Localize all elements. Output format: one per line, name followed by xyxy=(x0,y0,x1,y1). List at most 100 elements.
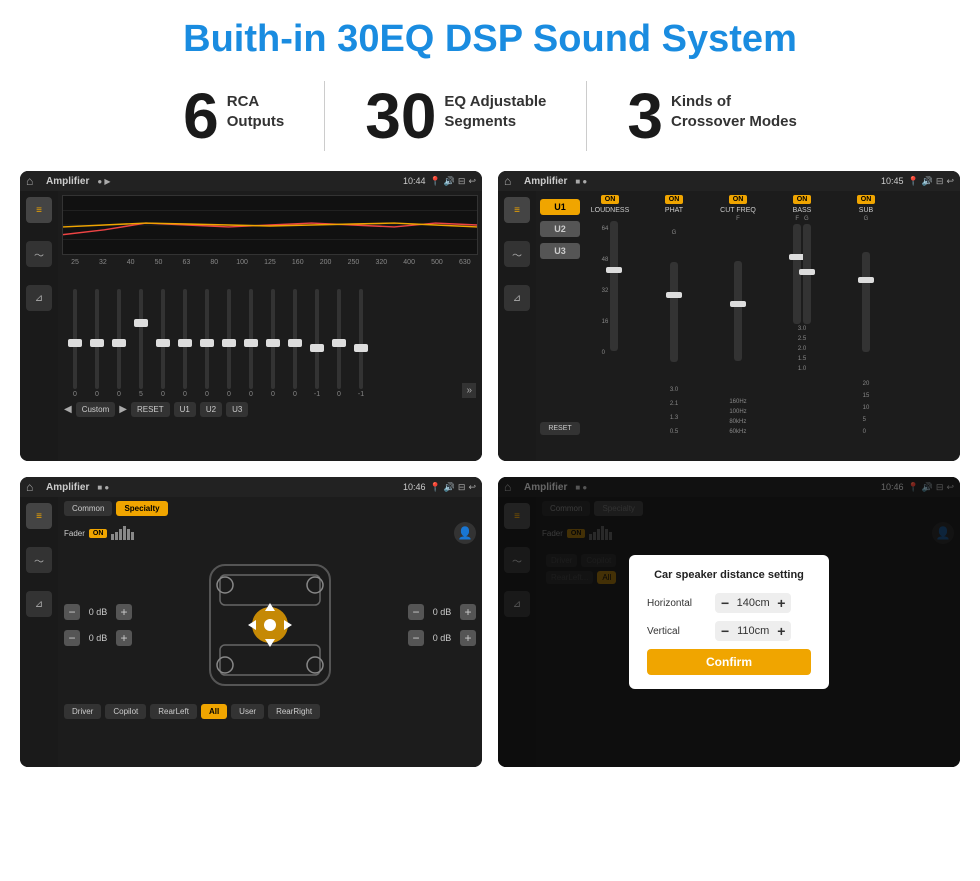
bass-label: BASS xyxy=(793,207,812,214)
cross-side-btn-wave[interactable]: 〜 xyxy=(504,241,530,267)
eq-sliders: 0 0 0 5 0 xyxy=(62,268,478,398)
eq-freq-400: 400 xyxy=(398,259,420,266)
sp-side-btn-active[interactable]: ≡ xyxy=(26,503,52,529)
horizontal-minus[interactable]: − xyxy=(721,595,729,611)
next-arrow[interactable]: ▶ xyxy=(119,404,127,415)
dots-2: ■ ● xyxy=(575,177,587,186)
vol-minus-fr[interactable]: − xyxy=(408,604,424,620)
dialog-title: Car speaker distance setting xyxy=(647,569,811,581)
stat-rca-label: RCAOutputs xyxy=(227,84,285,131)
loudness-group: ON LOUDNESS 644832160 xyxy=(580,195,640,435)
eq-freq-200: 200 xyxy=(315,259,337,266)
location-icon-2: 📍 xyxy=(907,176,918,187)
car-diagram xyxy=(138,555,402,695)
vol-row-fl: − 0 dB + xyxy=(64,604,132,620)
vertical-val: 110cm xyxy=(733,625,773,637)
eq-slider-0: 0 xyxy=(64,289,86,398)
screen-speaker: ⌂ Amplifier ■ ● 10:46 📍 🔊 ⊟ ↩ ≡ 〜 ⊿ Comm… xyxy=(20,477,482,767)
stat-eq-number: 30 xyxy=(365,84,436,148)
stat-crossover: 3 Kinds ofCrossover Modes xyxy=(587,84,836,148)
confirm-button[interactable]: Confirm xyxy=(647,649,811,675)
vol-plus-fr[interactable]: + xyxy=(460,604,476,620)
eq-freq-500: 500 xyxy=(426,259,448,266)
speaker-bottom-btns: Driver Copilot RearLeft All User RearRig… xyxy=(64,704,476,719)
eq-side-btn-vol[interactable]: ⊿ xyxy=(26,285,52,311)
person-icon: 👤 xyxy=(454,522,476,544)
dialog-row-horizontal: Horizontal − 140cm + xyxy=(647,593,811,613)
u3-btn-1[interactable]: U3 xyxy=(226,402,248,417)
stat-eq: 30 EQ AdjustableSegments xyxy=(325,84,586,148)
app-title-3: Amplifier xyxy=(46,482,89,493)
u-col: U1 U2 U3 RESET xyxy=(540,195,580,435)
loudness-on: ON xyxy=(601,195,620,204)
right-vol-controls: − 0 dB + − 0 dB + xyxy=(408,604,476,646)
eq-freq-32: 32 xyxy=(92,259,114,266)
eq-slider-3: 5 xyxy=(130,289,152,398)
custom-btn[interactable]: Custom xyxy=(76,402,116,417)
prev-arrow[interactable]: ◀ xyxy=(64,404,72,415)
eq-slider-12: 0 xyxy=(328,289,350,398)
home-icon-1: ⌂ xyxy=(26,174,40,188)
stat-crossover-number: 3 xyxy=(627,84,663,148)
u1-btn-1[interactable]: U1 xyxy=(174,402,196,417)
side-panel-1: ≡ 〜 ⊿ xyxy=(20,191,58,461)
reset-btn-2[interactable]: RESET xyxy=(540,422,580,435)
cross-side-btn-vol[interactable]: ⊿ xyxy=(504,285,530,311)
eq-side-btn-wave[interactable]: 〜 xyxy=(26,241,52,267)
screen2-content: ≡ 〜 ⊿ U1 U2 U3 RESET ON LO xyxy=(498,191,960,461)
u3-btn[interactable]: U3 xyxy=(540,243,580,259)
vol-minus-fl[interactable]: − xyxy=(64,604,80,620)
vol-plus-rr[interactable]: + xyxy=(460,630,476,646)
status-icons-3: 📍 🔊 ⊟ ↩ xyxy=(429,482,476,493)
specialty-tab[interactable]: Specialty xyxy=(116,501,167,516)
driver-btn[interactable]: Driver xyxy=(64,704,101,719)
dots-1: ● ▶ xyxy=(97,177,110,186)
all-btn[interactable]: All xyxy=(201,704,227,719)
stat-rca-number: 6 xyxy=(183,84,219,148)
u2-btn[interactable]: U2 xyxy=(540,221,580,237)
sp-side-btn-vol[interactable]: ⊿ xyxy=(26,591,52,617)
home-icon-3: ⌂ xyxy=(26,480,40,494)
vol-minus-rl[interactable]: − xyxy=(64,630,80,646)
phat-label: PHAT xyxy=(665,207,683,214)
vol-val-fr: 0 dB xyxy=(428,607,456,617)
cross-side-btn-active[interactable]: ≡ xyxy=(504,197,530,223)
vertical-plus[interactable]: + xyxy=(777,623,785,639)
location-icon-1: 📍 xyxy=(429,176,440,187)
reset-btn-1[interactable]: RESET xyxy=(131,402,170,417)
status-icons-2: 📍 🔊 ⊟ ↩ xyxy=(907,176,954,187)
vertical-label: Vertical xyxy=(647,626,707,637)
phat-on: ON xyxy=(665,195,684,204)
dialog-box: Car speaker distance setting Horizontal … xyxy=(629,555,829,689)
vol-minus-rr[interactable]: − xyxy=(408,630,424,646)
u1-btn[interactable]: U1 xyxy=(540,199,580,215)
eq-freq-320: 320 xyxy=(370,259,392,266)
eq-side-btn-active[interactable]: ≡ xyxy=(26,197,52,223)
vol-plus-fl[interactable]: + xyxy=(116,604,132,620)
fader-bars xyxy=(111,526,134,540)
eq-buttons: ◀ Custom ▶ RESET U1 U2 U3 xyxy=(62,398,478,421)
horizontal-plus[interactable]: + xyxy=(777,595,785,611)
eq-freq-40: 40 xyxy=(120,259,142,266)
u2-btn-1[interactable]: U2 xyxy=(200,402,222,417)
side-panel-2: ≡ 〜 ⊿ xyxy=(498,191,536,461)
vol-plus-rl[interactable]: + xyxy=(116,630,132,646)
vol-val-fl: 0 dB xyxy=(84,607,112,617)
user-btn[interactable]: User xyxy=(231,704,264,719)
screen1-content: ≡ 〜 ⊿ xyxy=(20,191,482,461)
speaker-tabs: Common Specialty xyxy=(64,501,476,516)
volume-icon-2: 🔊 xyxy=(922,176,933,187)
eq-freq-125: 125 xyxy=(259,259,281,266)
dots-3: ■ ● xyxy=(97,483,109,492)
vol-row-rl: − 0 dB + xyxy=(64,630,132,646)
vol-row-fr: − 0 dB + xyxy=(408,604,476,620)
rearleft-btn[interactable]: RearLeft xyxy=(150,704,197,719)
eq-chevron-btn[interactable]: » xyxy=(462,383,476,398)
vertical-minus[interactable]: − xyxy=(721,623,729,639)
copilot-btn[interactable]: Copilot xyxy=(105,704,146,719)
window-icon-1: ⊟ xyxy=(458,176,466,187)
common-tab[interactable]: Common xyxy=(64,501,112,516)
rearright-btn[interactable]: RearRight xyxy=(268,704,320,719)
sp-side-btn-wave[interactable]: 〜 xyxy=(26,547,52,573)
side-panel-3: ≡ 〜 ⊿ xyxy=(20,497,58,767)
